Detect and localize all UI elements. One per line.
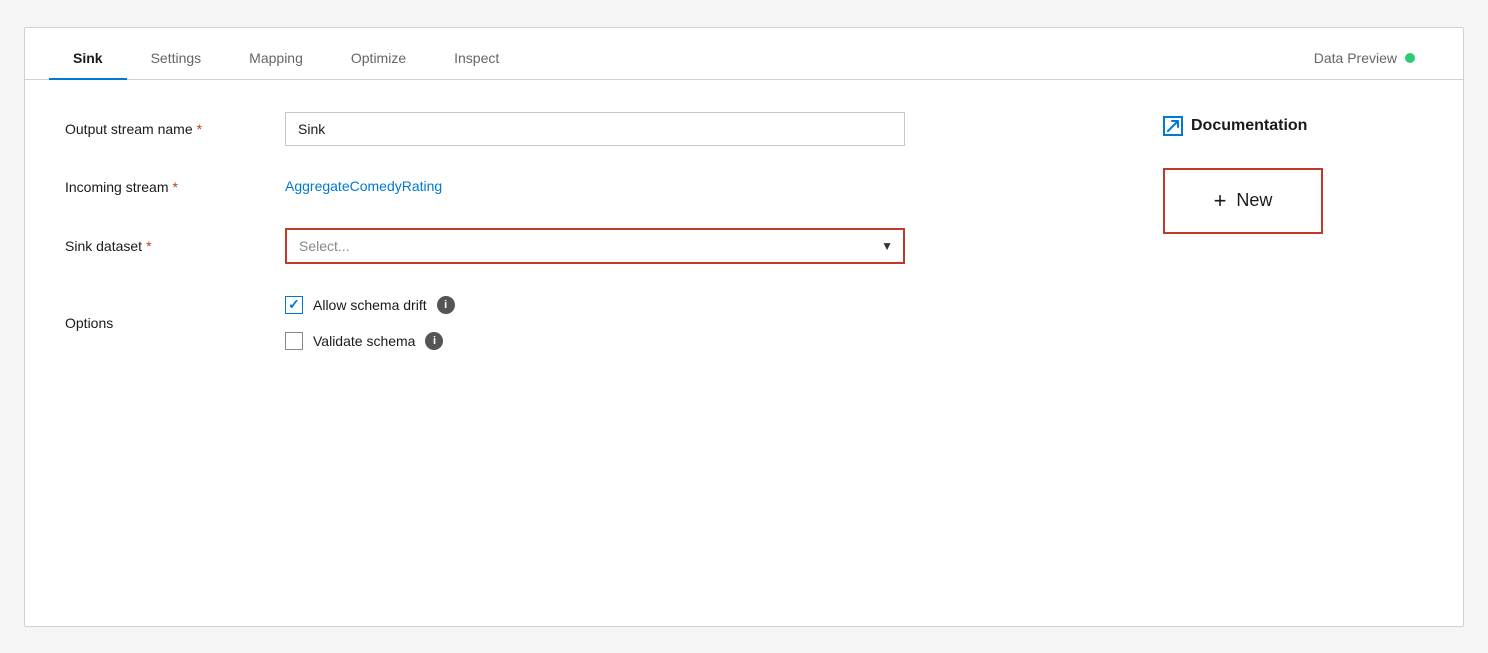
output-stream-row: Output stream name * [65, 112, 1123, 146]
data-preview-label: Data Preview [1314, 50, 1397, 66]
allow-schema-drift-label: Allow schema drift [313, 297, 427, 313]
output-stream-input[interactable] [285, 112, 905, 146]
documentation-link[interactable]: Documentation [1163, 116, 1307, 136]
output-stream-field [285, 112, 1123, 146]
checkmark-icon: ✓ [288, 296, 300, 313]
new-button[interactable]: + New [1163, 168, 1323, 234]
allow-schema-drift-row: ✓ Allow schema drift i [285, 296, 1123, 314]
content-area: Output stream name * Incoming stream * A… [25, 80, 1463, 414]
tab-bar: Sink Settings Mapping Optimize Inspect D… [25, 28, 1463, 80]
sink-dataset-row: Sink dataset * Select... ▼ [65, 228, 1123, 264]
tab-optimize[interactable]: Optimize [327, 38, 430, 80]
sink-dataset-select[interactable]: Select... [285, 228, 905, 264]
right-panel: Documentation + New [1163, 112, 1423, 382]
incoming-stream-required: * [172, 179, 177, 195]
output-stream-required: * [197, 121, 202, 137]
tab-settings[interactable]: Settings [127, 38, 226, 80]
validate-schema-label: Validate schema [313, 333, 415, 349]
plus-icon: + [1214, 188, 1227, 214]
sink-dataset-select-wrapper: Select... ▼ [285, 228, 905, 264]
validate-schema-checkbox[interactable] [285, 332, 303, 350]
options-row: Options ✓ Allow schema drift i [65, 296, 1123, 350]
sink-dataset-label: Sink dataset * [65, 238, 285, 254]
data-preview-status-dot [1405, 53, 1415, 63]
incoming-stream-row: Incoming stream * AggregateComedyRating [65, 178, 1123, 196]
incoming-stream-link[interactable]: AggregateComedyRating [285, 178, 442, 194]
options-field: ✓ Allow schema drift i Validate schema i [285, 296, 1123, 350]
tab-sink[interactable]: Sink [49, 38, 127, 80]
incoming-stream-field: AggregateComedyRating [285, 178, 1123, 196]
main-card: Sink Settings Mapping Optimize Inspect D… [24, 27, 1464, 627]
validate-schema-row: Validate schema i [285, 332, 1123, 350]
tab-data-preview[interactable]: Data Preview [1290, 38, 1439, 80]
documentation-label: Documentation [1191, 117, 1307, 135]
tab-mapping[interactable]: Mapping [225, 38, 327, 80]
sink-dataset-required: * [146, 238, 151, 254]
external-link-icon [1163, 116, 1183, 136]
form-section: Output stream name * Incoming stream * A… [65, 112, 1123, 382]
sink-dataset-field: Select... ▼ [285, 228, 1123, 264]
tab-inspect[interactable]: Inspect [430, 38, 523, 80]
options-group: ✓ Allow schema drift i Validate schema i [285, 296, 1123, 350]
allow-schema-drift-checkbox[interactable]: ✓ [285, 296, 303, 314]
incoming-stream-label: Incoming stream * [65, 179, 285, 195]
validate-schema-info-icon[interactable]: i [425, 332, 443, 350]
new-button-label: New [1236, 190, 1272, 211]
options-label: Options [65, 315, 285, 331]
allow-schema-drift-info-icon[interactable]: i [437, 296, 455, 314]
output-stream-label: Output stream name * [65, 121, 285, 137]
